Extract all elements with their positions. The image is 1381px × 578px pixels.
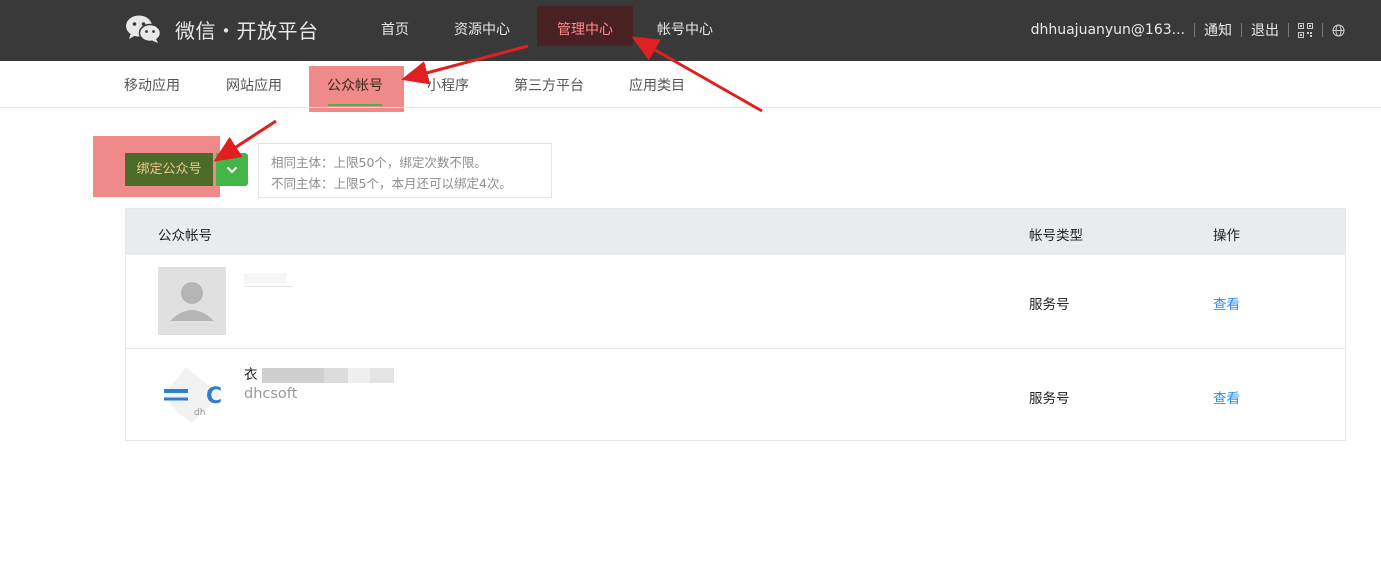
bind-account-button[interactable]: 绑定公众号: [125, 153, 213, 186]
redaction-block: [347, 367, 370, 383]
avatar: C dh: [158, 361, 226, 429]
view-link[interactable]: 查看: [1213, 387, 1240, 407]
subnav-app-category[interactable]: 应用类目: [629, 75, 685, 95]
svg-text:dh: dh: [194, 408, 205, 418]
nav-resource-center[interactable]: 资源中心: [444, 6, 520, 46]
subnav-website-app[interactable]: 网站应用: [226, 75, 282, 95]
redaction-block: [369, 367, 394, 383]
account-type: 服务号: [1029, 391, 1070, 407]
notify-link[interactable]: 通知: [1204, 20, 1232, 40]
bind-limit-tip: 相同主体：上限50个，绑定次数不限。 不同主体：上限5个，本月还可以绑定4次。: [258, 143, 552, 198]
account-sub-redacted: [244, 286, 292, 287]
avatar: [158, 267, 226, 335]
bind-dropdown-button[interactable]: [216, 153, 248, 186]
divider: [1194, 23, 1195, 37]
user-area: dhhuajuanyun@163... 通知 退出: [1031, 20, 1345, 40]
column-header-action: 操作: [1213, 228, 1240, 244]
nav-home[interactable]: 首页: [368, 6, 422, 46]
column-header-account: 公众帐号: [158, 228, 212, 244]
active-tab-indicator: [328, 104, 382, 106]
default-user-icon: [170, 282, 214, 321]
account-table: 公众帐号 帐号类型 操作 服务号 查看 C dh 衣 dhcsoft 服务号 查…: [125, 208, 1346, 441]
logo[interactable]: 微信・开放平台: [125, 12, 319, 46]
subnav-third-party-platform[interactable]: 第三方平台: [514, 75, 584, 95]
column-header-type: 帐号类型: [1029, 228, 1083, 244]
user-account[interactable]: dhhuajuanyun@163...: [1031, 22, 1185, 38]
globe-icon[interactable]: [1332, 24, 1345, 37]
account-sub: dhcsoft: [244, 386, 298, 402]
svg-text:C: C: [206, 384, 222, 409]
account-name-text: 衣: [244, 367, 258, 383]
nav-account-center[interactable]: 帐号中心: [647, 6, 723, 46]
sub-navbar: [0, 61, 1381, 108]
redaction-block: [261, 367, 324, 383]
account-name-redacted: [244, 273, 286, 283]
logo-text: 微信・开放平台: [175, 18, 319, 43]
account-type: 服务号: [1029, 297, 1070, 313]
subnav-mobile-app[interactable]: 移动应用: [124, 75, 180, 95]
table-row: 服务号 查看: [126, 255, 1345, 348]
account-name: 衣: [244, 363, 394, 383]
company-logo-icon: C dh: [164, 367, 222, 423]
divider: [1241, 23, 1242, 37]
logout-link[interactable]: 退出: [1251, 20, 1279, 40]
wechat-logo-icon: [126, 15, 161, 43]
chevron-down-icon: [226, 166, 238, 173]
redaction-block: [323, 367, 348, 383]
tip-line: 不同主体：上限5个，本月还可以绑定4次。: [271, 176, 512, 191]
divider: [1288, 23, 1289, 37]
nav-management-center[interactable]: 管理中心: [537, 6, 633, 46]
view-link[interactable]: 查看: [1213, 293, 1240, 313]
table-row: C dh 衣 dhcsoft 服务号 查看: [126, 348, 1345, 441]
qrcode-icon[interactable]: [1298, 22, 1313, 38]
divider: [1322, 23, 1323, 37]
table-header: 公众帐号 帐号类型 操作: [126, 209, 1345, 255]
tip-line: 相同主体：上限50个，绑定次数不限。: [271, 155, 487, 170]
top-navbar: 微信・开放平台 首页 资源中心 管理中心 帐号中心 dhhuajuanyun@1…: [0, 0, 1381, 61]
subnav-official-account[interactable]: 公众帐号: [327, 75, 383, 95]
subnav-mini-program[interactable]: 小程序: [427, 75, 469, 95]
